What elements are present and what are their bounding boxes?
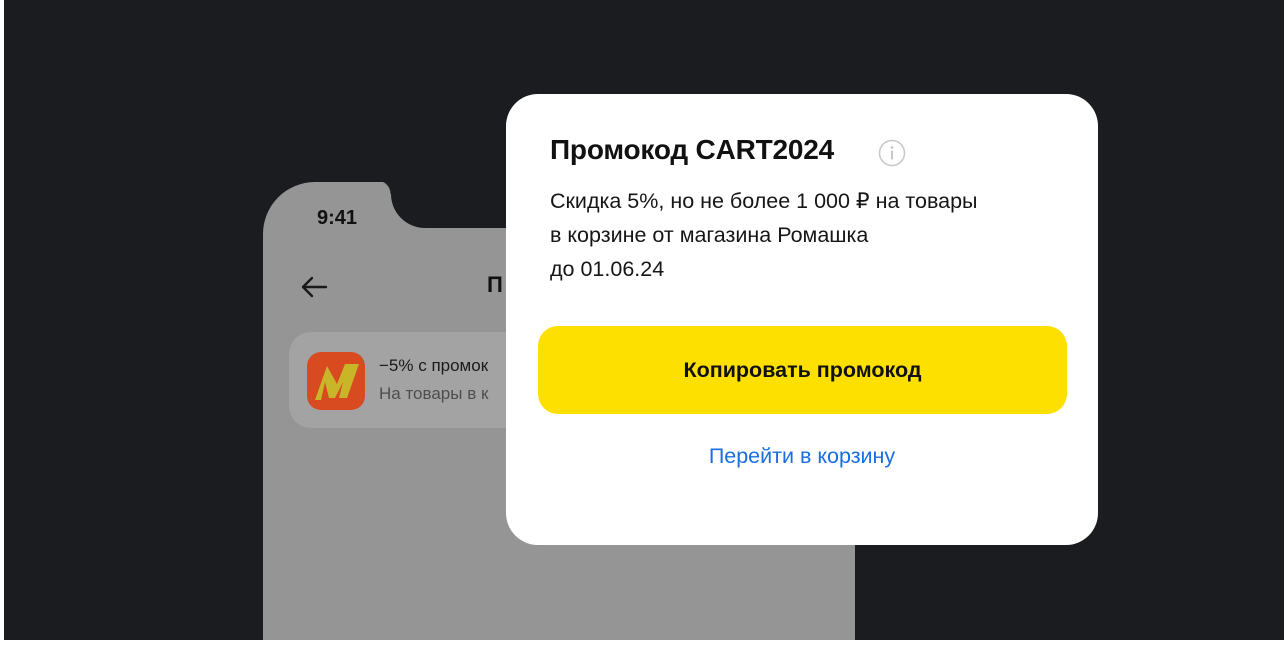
description-line: в корзине от магазина Ромашка [550,223,869,247]
description-line: до 01.06.24 [550,257,665,281]
arrow-left-icon[interactable] [299,272,329,302]
promo-item-subtitle: На товары в к [379,384,489,403]
info-icon[interactable] [878,139,906,167]
screen-title: П [487,272,503,297]
description-line: Скидка 5%, но не более 1 000 ₽ на товары [550,189,978,213]
copy-promo-code-button[interactable]: Копировать промокод [538,326,1067,414]
promo-item-title: −5% с промок [379,356,489,375]
modal-backdrop[interactable]: 9:41 П −5% с промок На товары в к Промок… [4,0,1284,640]
popup-description: Скидка 5%, но не более 1 000 ₽ на товары… [550,184,1070,286]
go-to-cart-link[interactable]: Перейти в корзину [506,444,1098,469]
market-logo [307,352,365,410]
popup-title: Промокод CART2024 [550,134,834,165]
status-bar-time: 9:41 [317,207,358,229]
promo-code-popup: Промокод CART2024 Скидка 5%, но не более… [506,94,1098,545]
